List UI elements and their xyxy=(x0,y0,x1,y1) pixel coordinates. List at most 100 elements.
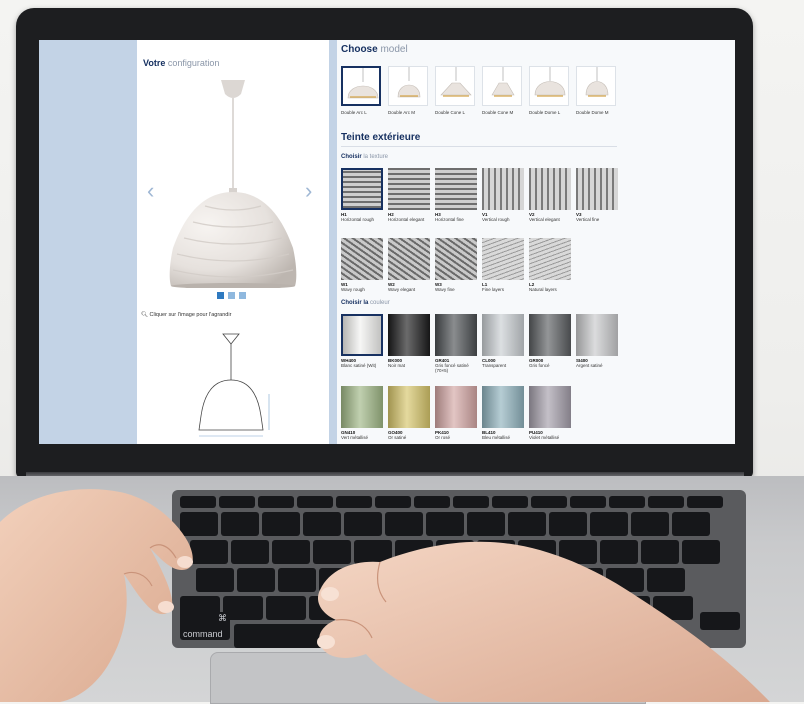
color-swatch[interactable] xyxy=(482,314,524,356)
color-label: GR000 Gris foncé xyxy=(529,358,575,368)
texture-swatch[interactable] xyxy=(435,168,477,210)
color-name: Argent satiné xyxy=(576,363,603,369)
keyboard-key[interactable] xyxy=(258,496,294,508)
texture-label: L1 Fine layers xyxy=(482,282,528,292)
choose-model-bold: Choose xyxy=(341,44,378,55)
options-panel: Choose model Double Arc L Double Arc M Dou… xyxy=(337,40,735,444)
texture-swatch[interactable] xyxy=(482,238,524,280)
carousel-dot-3[interactable] xyxy=(239,292,246,299)
texture-label: W3 Wavy fine xyxy=(435,282,481,292)
left-hand xyxy=(0,489,193,702)
texture-swatch[interactable] xyxy=(482,168,524,210)
chevron-left-icon[interactable]: ‹ xyxy=(147,178,154,204)
divider xyxy=(341,146,617,147)
color-swatch[interactable] xyxy=(576,314,618,356)
model-label: Double Cone L xyxy=(435,110,466,115)
color-swatch[interactable] xyxy=(341,386,383,428)
texture-swatch[interactable] xyxy=(529,168,571,210)
texture-swatch[interactable] xyxy=(388,168,430,210)
color-label: BK000 Noir mat xyxy=(388,358,434,368)
keyboard-key[interactable] xyxy=(453,496,489,508)
choose-model-title: Choose model xyxy=(341,44,408,55)
color-heading: Choisir la couleur xyxy=(341,300,390,306)
texture-swatch[interactable] xyxy=(576,168,618,210)
color-name: Blanc satiné (Wit) xyxy=(341,363,377,369)
texture-swatch[interactable] xyxy=(388,238,430,280)
texture-swatch[interactable] xyxy=(341,238,383,280)
configuration-panel: Votre configuration ‹ › 🔍︎ Cliquer sur l… xyxy=(137,40,329,444)
keyboard-key[interactable] xyxy=(609,496,645,508)
color-label: WH400 Blanc satiné (Wit) xyxy=(341,358,387,368)
configuration-title: Votre configuration xyxy=(143,58,219,68)
color-swatch[interactable] xyxy=(341,314,383,356)
color-swatch[interactable] xyxy=(435,386,477,428)
model-label: Double Arc M xyxy=(388,110,416,115)
model-label: Double Cone M xyxy=(482,110,514,115)
texture-label: V2 Vertical elegant xyxy=(529,212,575,222)
keyboard-key[interactable] xyxy=(414,496,450,508)
keyboard-key[interactable] xyxy=(492,496,528,508)
keyboard-key[interactable] xyxy=(531,496,567,508)
texture-name: Wavy elegant xyxy=(388,287,416,293)
color-name: Or satiné xyxy=(388,435,407,441)
keyboard-key[interactable] xyxy=(570,496,606,508)
color-name: Gris foncé satiné (70×5) xyxy=(435,363,469,374)
configuration-title-bold: Votre xyxy=(143,58,166,68)
color-name: Or rosé xyxy=(435,435,451,441)
model-label: Double Dome L xyxy=(529,110,561,115)
texture-name: Horizontal rough xyxy=(341,217,375,223)
color-label: CL000 Transparent xyxy=(482,358,528,368)
texture-swatch[interactable] xyxy=(435,238,477,280)
texture-label: V3 Vertical fine xyxy=(576,212,622,222)
color-label: SI400 Argent satiné xyxy=(576,358,622,368)
color-swatch[interactable] xyxy=(482,386,524,428)
carousel-dot-2[interactable] xyxy=(228,292,235,299)
keyboard-key[interactable] xyxy=(375,496,411,508)
color-label: GN410 Vert métallisé xyxy=(341,430,387,440)
exterior-title: Teinte extérieure xyxy=(341,132,421,143)
model-thumbnail[interactable] xyxy=(529,66,569,106)
texture-name: Vertical elegant xyxy=(529,217,560,223)
color-swatch[interactable] xyxy=(529,314,571,356)
color-heading-light: couleur xyxy=(370,300,390,306)
texture-label: H3 Horizontal fine xyxy=(435,212,481,222)
texture-label: H1 Horizontal rough xyxy=(341,212,387,222)
model-thumbnail[interactable] xyxy=(576,66,616,106)
carousel-dot-1[interactable] xyxy=(217,292,224,299)
keyboard-key[interactable] xyxy=(262,512,300,536)
right-hand xyxy=(317,541,770,702)
texture-swatch[interactable] xyxy=(341,168,383,210)
color-name: Bleu métallisé xyxy=(482,435,511,441)
keyboard-key[interactable] xyxy=(336,496,372,508)
texture-name: Vertical fine xyxy=(576,217,600,223)
texture-name: Horizontal elegant xyxy=(388,217,425,223)
texture-label: H2 Horizontal elegant xyxy=(388,212,434,222)
color-swatch[interactable] xyxy=(388,386,430,428)
texture-swatch[interactable] xyxy=(529,238,571,280)
model-thumbnail[interactable] xyxy=(482,66,522,106)
lamp-technical-drawing xyxy=(198,333,270,437)
chevron-right-icon[interactable]: › xyxy=(305,178,312,204)
model-thumbnail[interactable] xyxy=(388,66,428,106)
texture-heading: Choisir la texture xyxy=(341,154,388,160)
keyboard-key[interactable] xyxy=(687,496,723,508)
color-swatch[interactable] xyxy=(529,386,571,428)
model-thumbnail[interactable] xyxy=(341,66,381,106)
texture-heading-light: la texture xyxy=(363,154,389,160)
texture-name: Wavy fine xyxy=(435,287,455,293)
color-label: PU410 Violet métallisé xyxy=(529,430,575,440)
color-swatch[interactable] xyxy=(388,314,430,356)
lamp-preview-image[interactable] xyxy=(151,76,315,288)
model-thumbnail[interactable] xyxy=(435,66,475,106)
texture-label: W1 Wavy rough xyxy=(341,282,387,292)
texture-name: Horizontal fine xyxy=(435,217,464,223)
color-name: Transparent xyxy=(482,363,507,369)
color-label: PK410 Or rosé xyxy=(435,430,481,440)
color-swatch[interactable] xyxy=(435,314,477,356)
keyboard-key[interactable] xyxy=(648,496,684,508)
color-label: GO400 Or satiné xyxy=(388,430,434,440)
magnifier-icon: 🔍︎ xyxy=(141,312,148,318)
texture-heading-bold: Choisir xyxy=(341,154,362,160)
keyboard-key[interactable] xyxy=(297,496,333,508)
zoom-hint-text: Cliquer sur l'image pour l'agrandir xyxy=(149,312,232,318)
